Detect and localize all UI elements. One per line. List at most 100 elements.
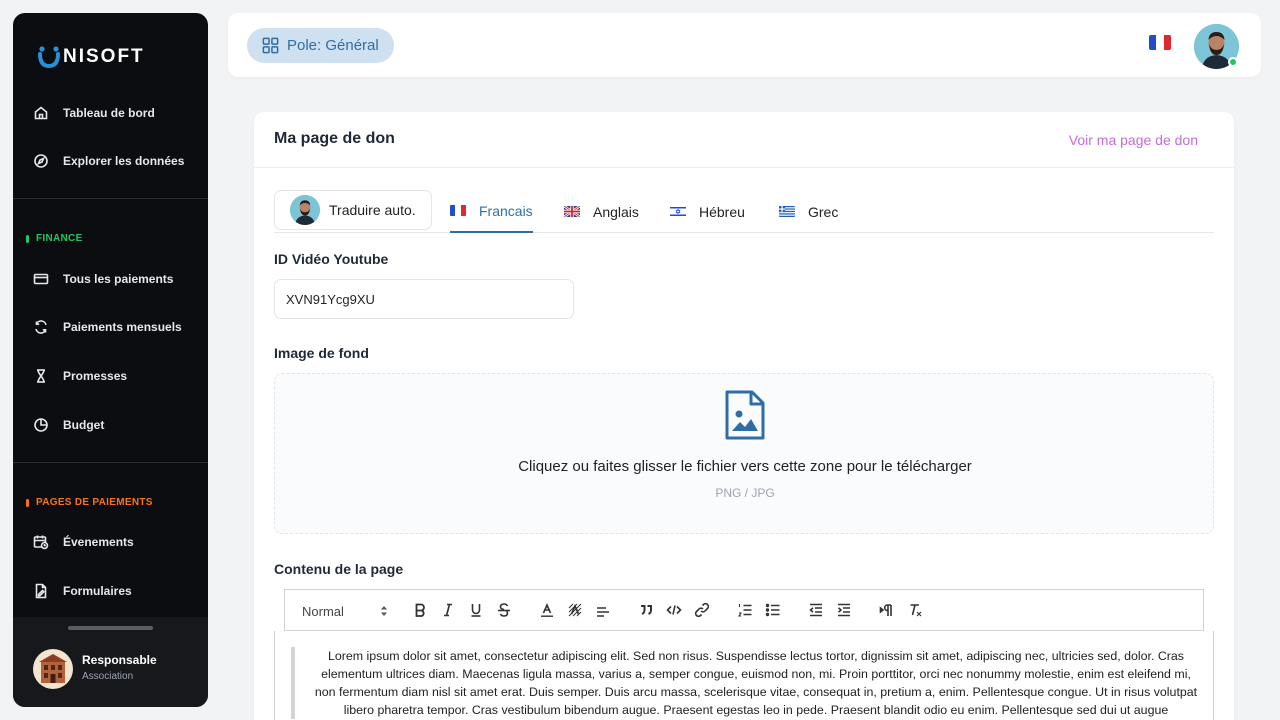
fr-flag-icon [450,205,466,216]
sidebar-item-pledges[interactable]: Promesses [33,366,127,386]
section-label-text: FINANCE [36,233,83,244]
editor-toolbar: Normal [284,589,1204,631]
format-select[interactable]: Normal [302,601,388,621]
sidebar-scrollbar[interactable] [68,626,153,630]
section-label-finance: FINANCE [26,233,83,244]
association-avatar [33,649,73,689]
section-label-text: PAGES DE PAIEMENTS [36,497,153,508]
section-label-payment-pages: PAGES DE PAIEMENTS [26,497,153,508]
donation-page-card: Ma page de don Voir ma page de don Tradu… [254,112,1234,720]
greece-flag-icon [779,206,795,217]
link-button[interactable] [693,601,711,619]
compass-icon [34,154,48,168]
image-file-icon [725,390,765,440]
sidebar-item-all-payments[interactable]: Tous les paiements [33,269,173,289]
background-image-dropzone[interactable]: Cliquez ou faites glisser le fichier ver… [274,373,1214,534]
italic-button[interactable] [439,601,457,619]
sidebar: NISOFT Tableau de bord Explorer les donn… [13,13,208,707]
underline-button[interactable] [467,601,485,619]
ordered-list-icon [737,604,752,617]
sidebar-item-budget[interactable]: Budget [33,415,104,435]
youtube-id-input[interactable] [274,279,574,319]
pole-selector[interactable]: Pole: Général [247,28,394,63]
auto-translate-label: Traduire auto. [329,202,416,218]
bullet-list-icon [765,603,780,617]
quote-icon [641,605,652,615]
pole-label: Pole: Général [287,37,379,54]
dropzone-formats: PNG / JPG [715,486,775,500]
tab-grec[interactable]: Grec [779,190,838,233]
sidebar-divider [13,462,208,463]
editor-blockquote: Lorem ipsum dolor sit amet, consectetur … [291,647,1199,719]
tab-label: Hébreu [699,203,745,220]
dropzone-instructions: Cliquez ou faites glisser le fichier ver… [518,458,972,475]
sidebar-item-events[interactable]: Évenements [33,532,134,552]
tab-francais[interactable]: Francais [450,190,533,233]
bullet-list-button[interactable] [764,601,782,619]
page-content-editor[interactable]: Lorem ipsum dolor sit amet, consectetur … [274,631,1214,720]
topbar: Pole: Général [228,13,1261,77]
sidebar-item-label: Tableau de bord [63,106,155,120]
logo-mark-icon [38,46,60,69]
profile-name: Responsable [82,653,157,667]
page-content-label: Contenu de la page [274,561,404,577]
italic-icon [444,603,452,617]
text-color-button[interactable] [538,601,556,619]
align-button[interactable] [594,601,612,619]
language-tabs: Traduire auto. Francais Anglais Hébreu G… [274,190,1214,233]
fr-flag-icon[interactable] [1149,35,1171,50]
clear-format-button[interactable] [906,601,924,619]
ordered-list-button[interactable] [736,601,754,619]
tab-label: Grec [808,203,839,220]
sidebar-divider [13,198,208,199]
israel-flag-icon [670,206,686,217]
section-marker [26,498,29,507]
sidebar-item-label: Budget [63,418,105,432]
sidebar-item-explore-data[interactable]: Explorer les données [33,151,184,171]
grid-icon [262,37,279,54]
background-image-label: Image de fond [274,345,369,361]
code-block-button[interactable] [665,601,683,619]
sidebar-item-label: Formulaires [63,584,132,598]
sidebar-profile[interactable]: Responsable Association [13,617,208,707]
sidebar-item-monthly-payments[interactable]: Paiements mensuels [33,317,182,337]
auto-translate-button[interactable]: Traduire auto. [274,190,432,230]
blockquote-button[interactable] [637,601,655,619]
person-avatar-icon [290,195,320,225]
tab-hebreu[interactable]: Hébreu [670,190,745,233]
uk-flag-icon [564,206,580,217]
building-icon [39,654,67,683]
refresh-icon [35,320,47,334]
hourglass-icon [37,369,45,383]
sidebar-item-label: Évenements [63,535,134,549]
tab-label: Anglais [593,203,639,220]
sidebar-item-label: Paiements mensuels [63,320,182,334]
text-direction-icon [879,604,892,616]
card-header: Ma page de don Voir ma page de don [254,112,1234,168]
bold-icon [415,603,425,617]
strikethrough-button[interactable] [495,601,513,619]
brand-logo[interactable]: NISOFT [37,45,145,69]
file-edit-icon [35,583,47,599]
outdent-button[interactable] [807,601,825,619]
strikethrough-icon [498,603,510,617]
sort-arrows-icon [381,606,387,616]
sidebar-item-label: Explorer les données [63,154,185,168]
tab-anglais[interactable]: Anglais [564,190,639,233]
brand-name: NISOFT [63,46,145,67]
highlight-color-button[interactable] [566,601,584,619]
sidebar-item-forms[interactable]: Formulaires [33,581,132,601]
credit-card-icon [33,273,49,285]
calendar-clock-icon [33,535,49,550]
youtube-id-label: ID Vidéo Youtube [274,251,389,267]
sidebar-item-dashboard[interactable]: Tableau de bord [33,103,155,123]
indent-icon [837,603,850,617]
text-direction-button[interactable] [878,601,896,619]
indent-button[interactable] [835,601,853,619]
view-donation-page-link[interactable]: Voir ma page de don [1069,132,1198,148]
highlight-icon [568,603,582,617]
format-select-value: Normal [302,603,344,619]
sidebar-item-label: Tous les paiements [63,272,174,286]
bold-button[interactable] [411,601,429,619]
home-icon [34,106,48,120]
